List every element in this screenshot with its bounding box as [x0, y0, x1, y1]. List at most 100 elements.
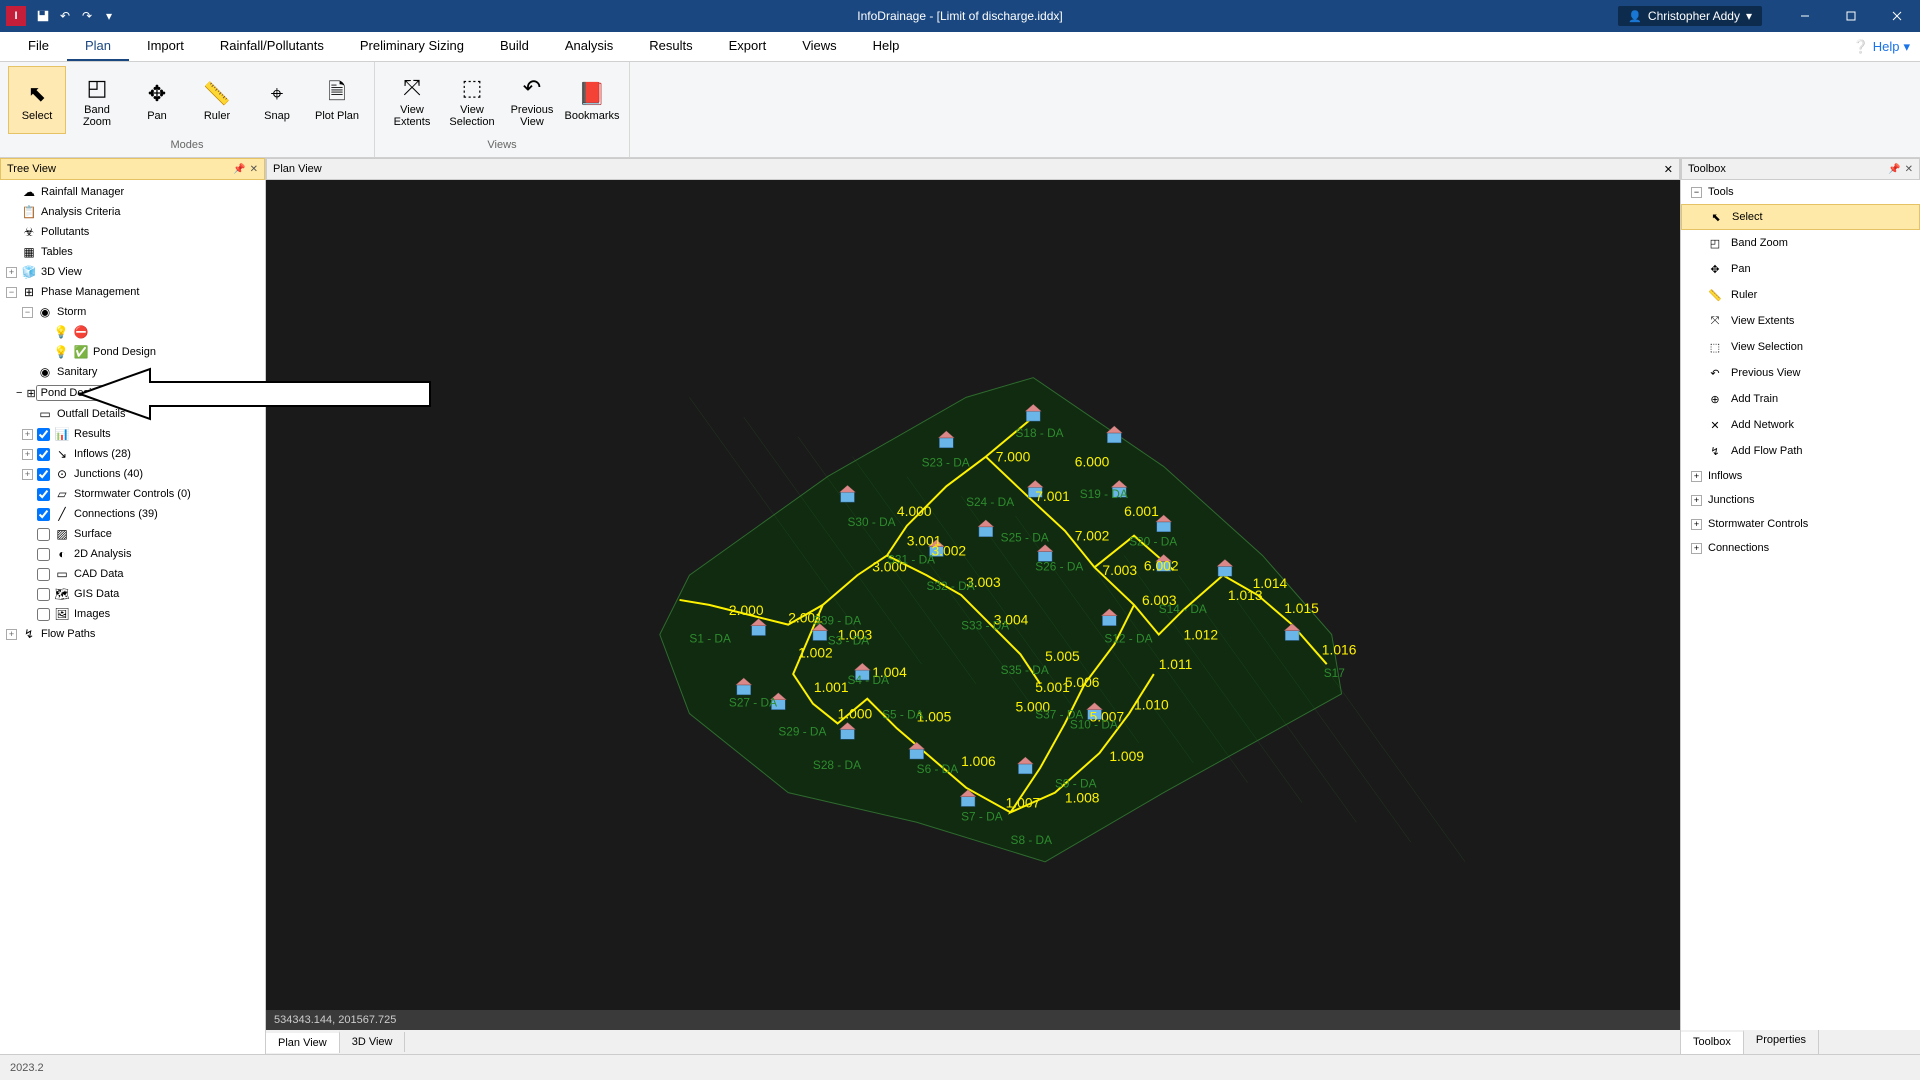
- toolbox-ruler[interactable]: 📏Ruler: [1681, 282, 1920, 308]
- tree-phase-management[interactable]: −⊞Phase Management: [0, 282, 265, 302]
- tree-2d-analysis[interactable]: ◐2D Analysis: [0, 544, 265, 564]
- ribbon-snap[interactable]: ⌖Snap: [248, 66, 306, 134]
- tree-results[interactable]: +📊Results: [0, 424, 265, 444]
- tree-cad-data[interactable]: ▭CAD Data: [0, 564, 265, 584]
- ribbon-band-zoom[interactable]: ◰Band Zoom: [68, 66, 126, 134]
- tree-icon: ▨: [54, 526, 70, 542]
- close-icon[interactable]: ✕: [1664, 163, 1673, 176]
- tree-surface[interactable]: ▨Surface: [0, 524, 265, 544]
- toolbox-add-network[interactable]: ✕Add Network: [1681, 412, 1920, 438]
- menu-export[interactable]: Export: [711, 32, 785, 61]
- toolbox-group-inflows[interactable]: +Inflows: [1681, 464, 1920, 488]
- tree-inflows--28-[interactable]: +↘Inflows (28): [0, 444, 265, 464]
- tree-icon: ▱: [54, 486, 70, 502]
- svg-text:S26 - DA: S26 - DA: [1035, 559, 1083, 573]
- tree-outfall-details[interactable]: ▭Outfall Details: [0, 404, 265, 424]
- tree-gis-data[interactable]: 🗺GIS Data: [0, 584, 265, 604]
- layer-checkbox[interactable]: [37, 488, 50, 501]
- view-tab-3d-view[interactable]: 3D View: [340, 1032, 406, 1052]
- menu-rainfallpollutants[interactable]: Rainfall/Pollutants: [202, 32, 342, 61]
- tree-body: ☁Rainfall Manager📋Analysis Criteria☣Poll…: [0, 180, 265, 1054]
- toolbox-select[interactable]: ⬉Select: [1681, 204, 1920, 230]
- svg-text:S29 - DA: S29 - DA: [778, 724, 826, 738]
- plan-canvas[interactable]: 7.0006.0007.0016.0017.0026.0027.0036.003…: [266, 180, 1680, 1010]
- ribbon-view-extents[interactable]: ⤧View Extents: [383, 66, 441, 134]
- tree-item[interactable]: 💡⛔: [0, 322, 265, 342]
- tree-analysis-criteria[interactable]: 📋Analysis Criteria: [0, 202, 265, 222]
- toolbox-band-zoom[interactable]: ◰Band Zoom: [1681, 230, 1920, 256]
- menu-file[interactable]: File: [10, 32, 67, 61]
- toolbox-group-connections[interactable]: +Connections: [1681, 536, 1920, 560]
- close-icon[interactable]: ✕: [250, 164, 258, 175]
- phase-select[interactable]: Pond Design (Storm): [36, 385, 206, 401]
- toolbox-pan[interactable]: ✥Pan: [1681, 256, 1920, 282]
- help-link[interactable]: ❔ Help ▾: [1853, 39, 1910, 55]
- pin-icon[interactable]: 📌: [233, 164, 245, 175]
- tree-tables[interactable]: ▦Tables: [0, 242, 265, 262]
- close-icon[interactable]: ✕: [1905, 164, 1913, 175]
- tree-pond-design[interactable]: 💡✅Pond Design: [0, 342, 265, 362]
- layer-checkbox[interactable]: [37, 508, 50, 521]
- menu-build[interactable]: Build: [482, 32, 547, 61]
- maximize-button[interactable]: [1828, 0, 1874, 32]
- ribbon-plot-plan[interactable]: 🗎Plot Plan: [308, 66, 366, 134]
- ribbon-pan[interactable]: ✥Pan: [128, 66, 186, 134]
- svg-text:5.006: 5.006: [1065, 674, 1100, 690]
- ribbon-select[interactable]: ⬉Select: [8, 66, 66, 134]
- menu-views[interactable]: Views: [784, 32, 854, 61]
- toolbox-group-stormwater-controls[interactable]: +Stormwater Controls: [1681, 512, 1920, 536]
- toolbox-previous-view[interactable]: ↶Previous View: [1681, 360, 1920, 386]
- menu-analysis[interactable]: Analysis: [547, 32, 631, 61]
- ribbon-bookmarks[interactable]: 📕Bookmarks: [563, 66, 621, 134]
- band-zoom-icon: ◰: [87, 72, 108, 104]
- tree-junctions--40-[interactable]: +⊙Junctions (40): [0, 464, 265, 484]
- ribbon: ⬉Select◰Band Zoom✥Pan📏Ruler⌖Snap🗎Plot Pl…: [0, 62, 1920, 158]
- qat-more[interactable]: ▾: [98, 5, 120, 27]
- toolbox-add-flow-path[interactable]: ↯Add Flow Path: [1681, 438, 1920, 464]
- layer-checkbox[interactable]: [37, 588, 50, 601]
- app-icon: I: [6, 6, 26, 26]
- tree-images[interactable]: 🖼Images: [0, 604, 265, 624]
- toolbox-view-extents[interactable]: ⤧View Extents: [1681, 308, 1920, 334]
- toolbox-view-selection[interactable]: ⬚View Selection: [1681, 334, 1920, 360]
- menu-import[interactable]: Import: [129, 32, 202, 61]
- layer-checkbox[interactable]: [37, 428, 50, 441]
- tree-3d-view[interactable]: +🧊3D View: [0, 262, 265, 282]
- tree-stormwater-controls--0-[interactable]: ▱Stormwater Controls (0): [0, 484, 265, 504]
- pin-icon[interactable]: 📌: [1888, 164, 1900, 175]
- ribbon-previous-view[interactable]: ↶Previous View: [503, 66, 561, 134]
- close-button[interactable]: [1874, 0, 1920, 32]
- menu-results[interactable]: Results: [631, 32, 710, 61]
- toolbox-tab-properties[interactable]: Properties: [1744, 1030, 1819, 1054]
- menu-help[interactable]: Help: [855, 32, 918, 61]
- layer-checkbox[interactable]: [37, 568, 50, 581]
- layer-checkbox[interactable]: [37, 468, 50, 481]
- menu-plan[interactable]: Plan: [67, 32, 129, 61]
- qat-undo[interactable]: ↶: [54, 5, 76, 27]
- qat-save[interactable]: [32, 5, 54, 27]
- menu-preliminarysizing[interactable]: Preliminary Sizing: [342, 32, 482, 61]
- layer-checkbox[interactable]: [37, 448, 50, 461]
- tree-connections--39-[interactable]: ╱Connections (39): [0, 504, 265, 524]
- toolbox-add-train[interactable]: ⊕Add Train: [1681, 386, 1920, 412]
- qat-redo[interactable]: ↷: [76, 5, 98, 27]
- ribbon-ruler[interactable]: 📏Ruler: [188, 66, 246, 134]
- toolbox-group-junctions[interactable]: +Junctions: [1681, 488, 1920, 512]
- tree-rainfall-manager[interactable]: ☁Rainfall Manager: [0, 182, 265, 202]
- user-menu[interactable]: Christopher Addy ▾: [1618, 6, 1762, 26]
- tree-sanitary[interactable]: ◉Sanitary: [0, 362, 265, 382]
- minimize-button[interactable]: [1782, 0, 1828, 32]
- view-tab-plan-view[interactable]: Plan View: [266, 1031, 340, 1053]
- tree-pollutants[interactable]: ☣Pollutants: [0, 222, 265, 242]
- tree-storm[interactable]: −◉Storm: [0, 302, 265, 322]
- layer-checkbox[interactable]: [37, 548, 50, 561]
- tree-view-header[interactable]: Tree View 📌✕: [0, 158, 265, 180]
- tree-flow-paths[interactable]: +↯Flow Paths: [0, 624, 265, 644]
- svg-text:S20 - DA: S20 - DA: [1129, 535, 1177, 549]
- ribbon-view-selection[interactable]: ⬚View Selection: [443, 66, 501, 134]
- toolbox-group-tools[interactable]: −Tools: [1681, 180, 1920, 204]
- toolbox-tab-toolbox[interactable]: Toolbox: [1681, 1030, 1744, 1054]
- layer-checkbox[interactable]: [37, 528, 50, 541]
- layer-checkbox[interactable]: [37, 608, 50, 621]
- tree-label: Connections (39): [74, 508, 158, 520]
